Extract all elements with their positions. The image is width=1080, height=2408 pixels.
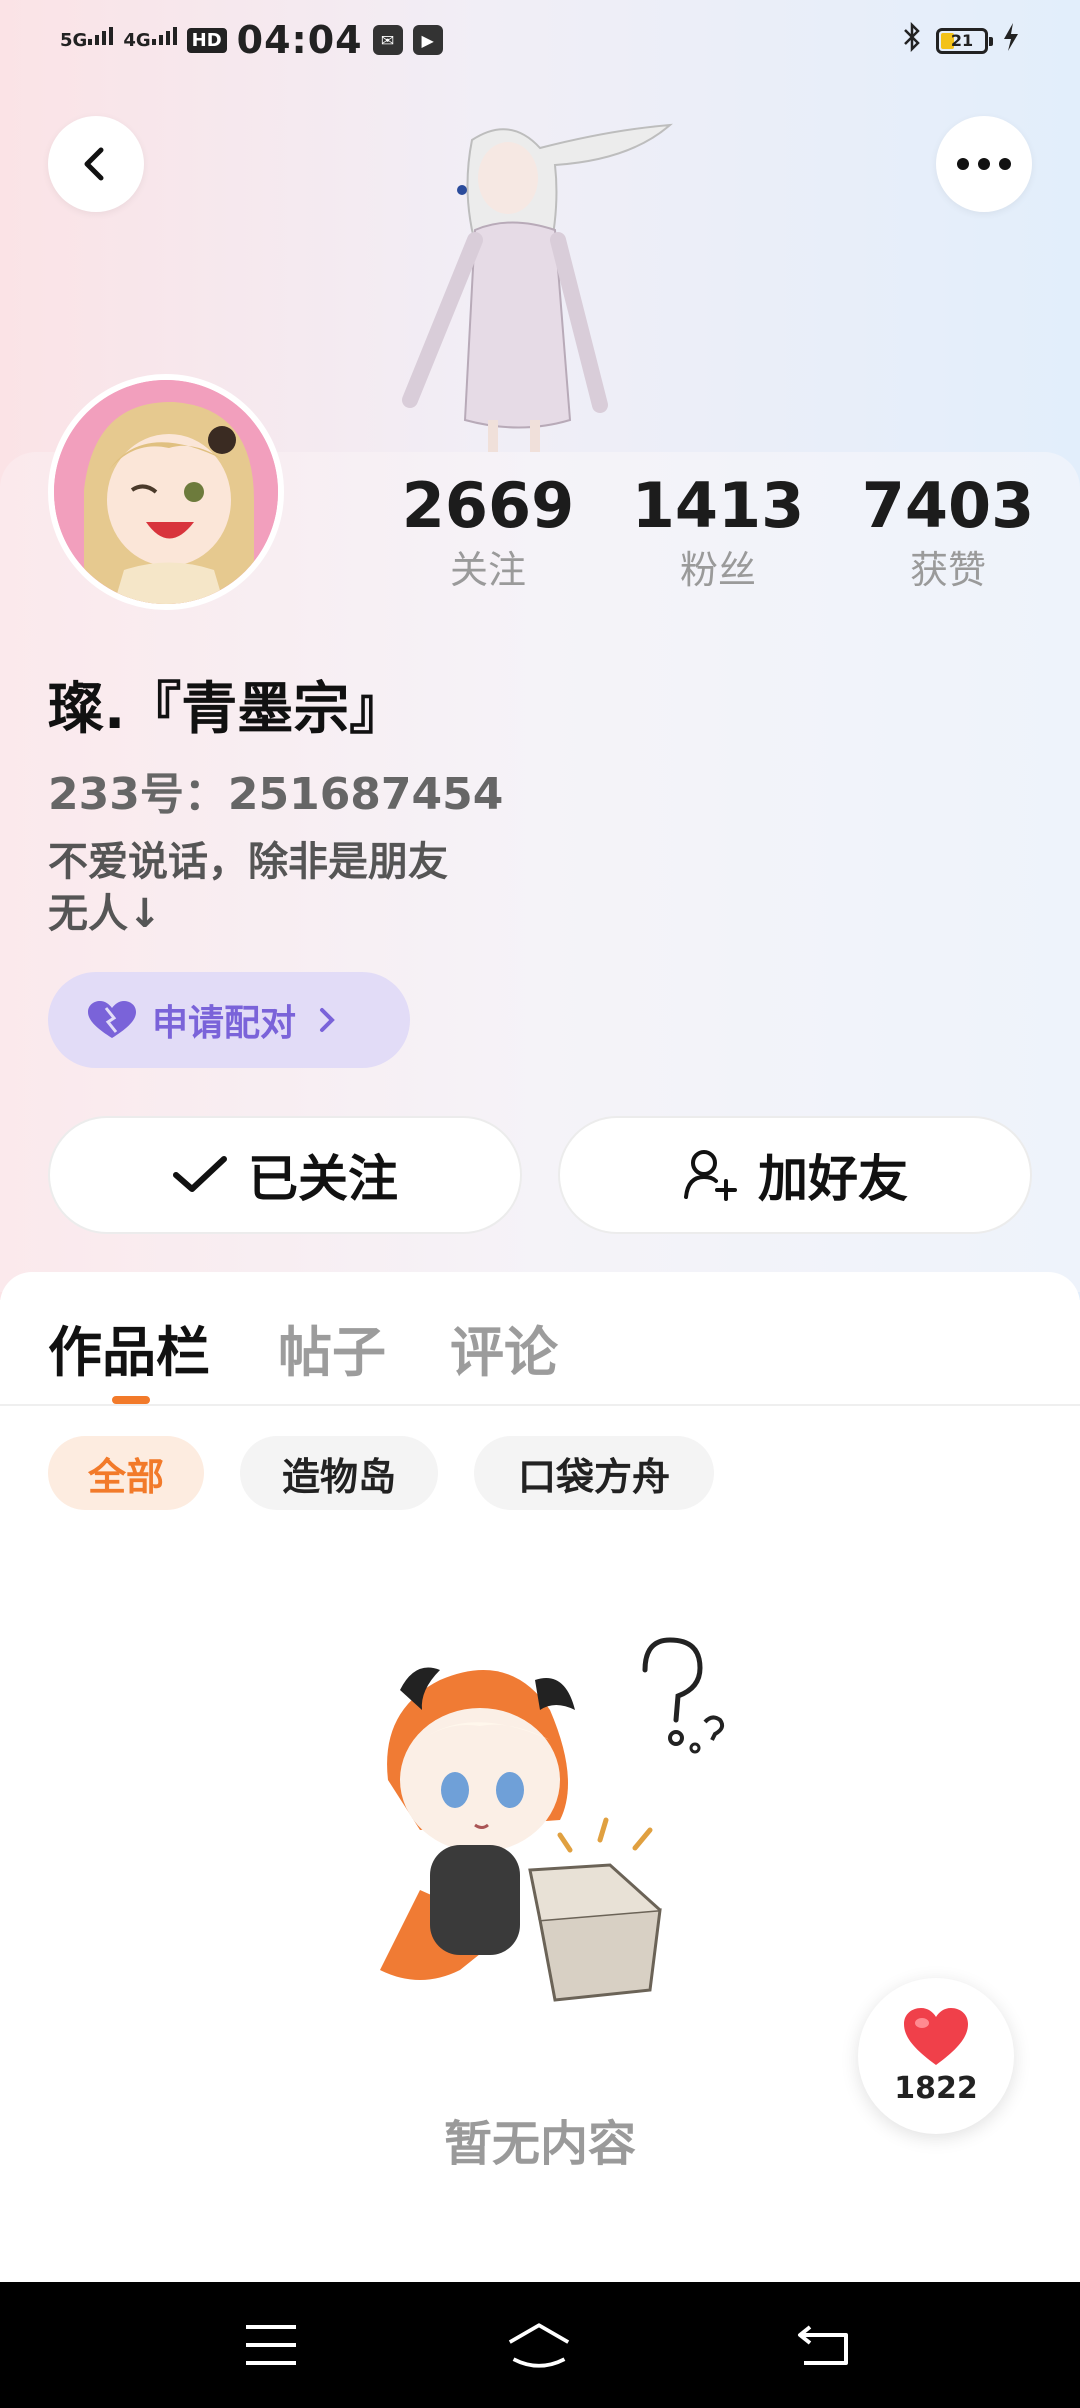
message-notification-icon: ✉ bbox=[372, 25, 403, 55]
tab-active-indicator bbox=[112, 1396, 150, 1404]
stat-followers-value: 1413 bbox=[631, 469, 805, 542]
tab-divider bbox=[0, 1404, 1080, 1406]
hd-icon: HD bbox=[186, 27, 227, 53]
app-notification-icon: ▶ bbox=[412, 25, 443, 55]
like-floating-button[interactable]: 1822 bbox=[858, 1978, 1014, 2134]
stat-following-label: 关注 bbox=[449, 548, 526, 592]
stat-likes-label: 获赞 bbox=[909, 548, 986, 592]
stat-following-value: 2669 bbox=[401, 469, 575, 542]
add-user-icon bbox=[684, 1150, 737, 1201]
back-nav-button[interactable] bbox=[790, 2312, 856, 2378]
check-icon bbox=[173, 1156, 227, 1192]
home-nav-button[interactable] bbox=[506, 2312, 572, 2378]
bio-line-1: 不爱说话，除非是朋友 bbox=[48, 839, 448, 885]
bio-line-2: 无人↓ bbox=[48, 891, 162, 937]
chevron-right-icon bbox=[320, 1008, 335, 1032]
avatar[interactable] bbox=[48, 374, 284, 610]
user-id: 233号：251687454 bbox=[48, 769, 504, 820]
tab-works[interactable]: 作品栏 bbox=[48, 1308, 210, 1387]
pair-request-label: 申请配对 bbox=[152, 1003, 297, 1044]
followed-label: 已关注 bbox=[248, 1150, 398, 1208]
signal-4g-icon: 4G bbox=[123, 26, 177, 51]
stat-likes[interactable]: 7403 获赞 bbox=[848, 470, 1048, 596]
menu-nav-button[interactable] bbox=[238, 2312, 304, 2378]
banner-character-image bbox=[402, 123, 673, 460]
charging-icon bbox=[1002, 22, 1020, 59]
bluetooth-icon bbox=[902, 21, 922, 59]
filter-chip-zaowudao[interactable]: 造物岛 bbox=[240, 1436, 438, 1510]
system-navigation-bar bbox=[0, 2282, 1080, 2408]
home-icon bbox=[508, 2323, 570, 2368]
heart-icon bbox=[88, 1001, 136, 1038]
more-button[interactable] bbox=[936, 116, 1032, 212]
filter-chip-koudaifangzhou[interactable]: 口袋方舟 bbox=[474, 1436, 714, 1510]
tab-posts[interactable]: 帖子 bbox=[278, 1308, 386, 1387]
heart-icon bbox=[904, 2007, 968, 2065]
stat-following[interactable]: 2669 关注 bbox=[388, 470, 588, 596]
add-friend-button[interactable]: 加好友 bbox=[558, 1116, 1032, 1234]
back-button[interactable] bbox=[48, 116, 144, 212]
stat-followers[interactable]: 1413 粉丝 bbox=[618, 470, 818, 596]
status-time: 04:04 bbox=[236, 18, 363, 62]
more-horizontal-icon bbox=[957, 158, 1011, 170]
status-bar: 5G 4G HD 04:04 ✉ ▶ 21 bbox=[0, 0, 1080, 80]
stat-followers-label: 粉丝 bbox=[679, 548, 756, 592]
chevron-left-icon bbox=[84, 147, 104, 181]
add-friend-label: 加好友 bbox=[758, 1150, 908, 1208]
bio: 不爱说话，除非是朋友 无人↓ bbox=[48, 836, 448, 940]
empty-state-illustration bbox=[380, 1637, 725, 2002]
stat-likes-value: 7403 bbox=[861, 469, 1035, 542]
nickname: 璨.『青墨宗』 bbox=[48, 677, 406, 742]
signal-5g-icon: 5G bbox=[60, 26, 114, 51]
pair-request-button[interactable]: 申请配对 bbox=[48, 972, 410, 1068]
avatar-image bbox=[54, 380, 278, 604]
tab-comments[interactable]: 评论 bbox=[450, 1308, 558, 1387]
followed-button[interactable]: 已关注 bbox=[48, 1116, 522, 1234]
like-count: 1822 bbox=[894, 2070, 978, 2106]
battery-icon: 21 bbox=[936, 27, 993, 54]
filter-chip-all[interactable]: 全部 bbox=[48, 1436, 204, 1510]
menu-icon bbox=[246, 2325, 296, 2365]
back-arrow-icon bbox=[798, 2325, 848, 2365]
